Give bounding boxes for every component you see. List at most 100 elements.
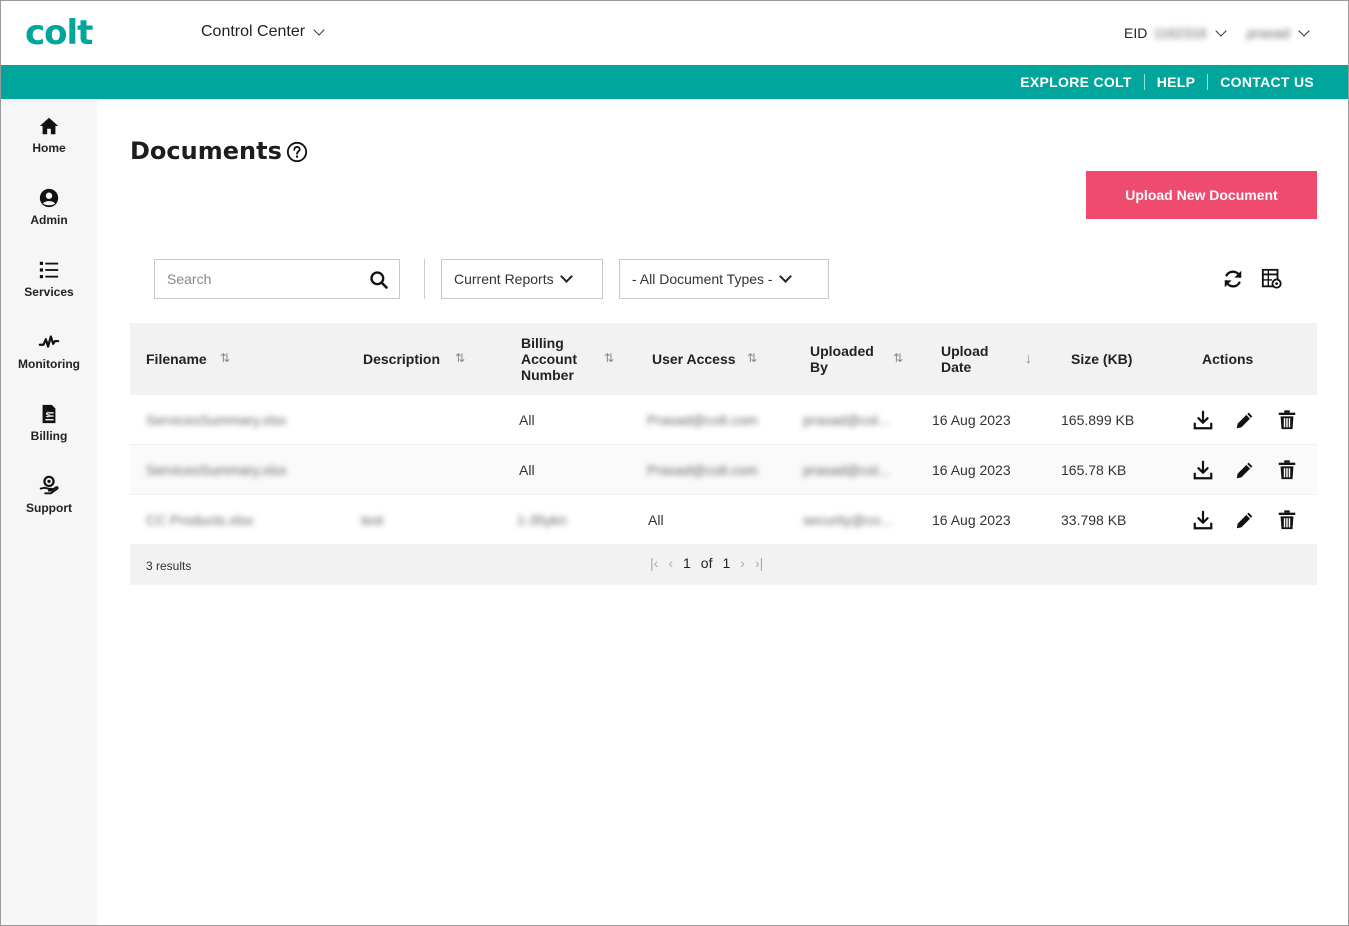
column-header-filename[interactable]: Filename [146, 323, 207, 395]
upload-new-document-button[interactable]: Upload New Document [1086, 171, 1317, 219]
chevron-down-icon [778, 270, 792, 283]
sort-icon[interactable]: ⇅ [747, 351, 757, 365]
user-name: prasad [1247, 25, 1290, 41]
chevron-down-icon [559, 270, 573, 283]
column-label: Account [521, 351, 577, 367]
list-icon [39, 261, 59, 279]
user-menu[interactable]: prasad [1247, 25, 1310, 41]
filename-cell[interactable]: CC Products.xlsx [146, 512, 253, 528]
column-settings-icon[interactable] [1261, 268, 1283, 290]
pulse-icon [38, 335, 60, 348]
sidebar-item-admin[interactable]: Admin [1, 171, 97, 243]
billing-account-cell: All [519, 412, 535, 428]
eid-label: EID [1124, 25, 1148, 41]
sort-icon[interactable]: ⇅ [220, 351, 230, 365]
upload-date-cell: 16 Aug 2023 [932, 512, 1011, 528]
column-header-size[interactable]: Size (KB) [1071, 323, 1132, 395]
sort-desc-icon[interactable]: ↓ [1025, 350, 1032, 366]
sidebar-item-billing[interactable]: $ Billing [1, 387, 97, 459]
next-page-icon[interactable]: › [740, 555, 745, 571]
column-header-billing-account-number[interactable]: Billing Account Number [521, 323, 577, 395]
documents-table: Filename ⇅ Description ⇅ Billing Account… [130, 323, 1317, 585]
column-label: Date [941, 359, 972, 375]
eid-value: 1162316 [1153, 25, 1207, 41]
eid-selector[interactable]: EID 1162316 [1124, 25, 1227, 41]
sidebar-item-support[interactable]: Support [1, 459, 97, 531]
filter-divider [424, 259, 425, 299]
table-row: ServicesSummary.xlsx All Prasad@colt.com… [130, 445, 1317, 495]
download-icon[interactable] [1192, 409, 1214, 431]
sidebar-item-label: Admin [30, 213, 68, 227]
delete-icon[interactable] [1276, 409, 1298, 431]
sort-icon[interactable]: ⇅ [893, 351, 903, 365]
search-icon[interactable] [369, 270, 389, 290]
sidebar-item-label: Services [24, 285, 74, 299]
edit-icon[interactable] [1234, 509, 1256, 531]
download-icon[interactable] [1192, 509, 1214, 531]
column-label: Filename [146, 351, 207, 367]
sort-icon[interactable]: ⇅ [455, 351, 465, 365]
user-access-cell: Prasad@colt.com [647, 462, 758, 478]
app-switcher[interactable]: Control Center [201, 23, 325, 41]
column-label: Actions [1202, 351, 1254, 367]
filename-cell[interactable]: ServicesSummary.xlsx [146, 412, 287, 428]
column-header-user-access[interactable]: User Access [652, 323, 736, 395]
top-header: colt Control Center EID 1162316 prasad [1, 1, 1348, 65]
contact-us-link[interactable]: CONTACT US [1207, 74, 1326, 90]
table-header: Filename ⇅ Description ⇅ Billing Account… [130, 323, 1317, 395]
billing-account-cell: 1-35ykn [517, 512, 567, 528]
utility-bar: EXPLORE COLT HELP CONTACT US [1, 65, 1348, 99]
invoice-icon: $ [42, 404, 56, 424]
prev-page-icon[interactable]: ‹ [668, 555, 673, 571]
reports-dropdown-value: Current Reports [454, 271, 554, 287]
refresh-icon[interactable] [1222, 268, 1244, 290]
first-page-icon[interactable]: |‹ [650, 555, 658, 571]
uploaded-by-cell: security@co... [803, 512, 892, 528]
filename-cell[interactable]: ServicesSummary.xlsx [146, 462, 287, 478]
sidebar-item-services[interactable]: Services [1, 243, 97, 315]
edit-icon[interactable] [1234, 409, 1256, 431]
size-cell: 33.798 KB [1061, 512, 1127, 528]
billing-account-cell: All [519, 462, 535, 478]
user-access-cell: Prasad@colt.com [647, 412, 758, 428]
description-cell: test [361, 512, 384, 528]
explore-colt-link[interactable]: EXPLORE COLT [1008, 74, 1143, 90]
column-header-description[interactable]: Description [363, 323, 440, 395]
table-row: ServicesSummary.xlsx All Prasad@colt.com… [130, 395, 1317, 445]
sort-icon[interactable]: ⇅ [604, 351, 614, 365]
sidebar: Home Admin Services Monitoring $ Billing… [1, 99, 97, 925]
page-of-label: of [700, 555, 713, 571]
column-header-upload-date[interactable]: Upload Date [941, 323, 988, 395]
user-access-cell: All [648, 512, 664, 528]
last-page-icon[interactable]: ›| [755, 555, 763, 571]
size-cell: 165.78 KB [1061, 462, 1127, 478]
search-input[interactable] [155, 260, 355, 298]
edit-icon[interactable] [1234, 459, 1256, 481]
chevron-down-icon [1298, 25, 1310, 37]
document-types-dropdown[interactable]: - All Document Types - [619, 259, 829, 299]
sidebar-item-label: Home [32, 141, 66, 155]
download-icon[interactable] [1192, 459, 1214, 481]
column-label: Description [363, 351, 441, 367]
column-label: Size (KB) [1071, 351, 1133, 367]
upload-date-cell: 16 Aug 2023 [932, 462, 1011, 478]
sidebar-item-home[interactable]: Home [1, 99, 97, 171]
sidebar-item-monitoring[interactable]: Monitoring [1, 315, 97, 387]
colt-logo[interactable]: colt [25, 13, 93, 53]
column-label: Number [521, 367, 574, 383]
user-icon [39, 188, 59, 208]
sidebar-item-label: Monitoring [18, 357, 80, 371]
support-icon [39, 475, 59, 495]
help-link[interactable]: HELP [1143, 74, 1208, 90]
sidebar-item-label: Billing [30, 429, 68, 443]
column-header-uploaded-by[interactable]: Uploaded By [810, 323, 874, 395]
app-switcher-label: Control Center [201, 23, 306, 40]
help-icon[interactable] [286, 141, 308, 163]
svg-text:$: $ [45, 410, 50, 419]
upload-date-cell: 16 Aug 2023 [932, 412, 1011, 428]
delete-icon[interactable] [1276, 509, 1298, 531]
delete-icon[interactable] [1276, 459, 1298, 481]
results-count: 3 results [146, 559, 192, 573]
reports-dropdown[interactable]: Current Reports [441, 259, 603, 299]
column-label: By [810, 359, 828, 375]
